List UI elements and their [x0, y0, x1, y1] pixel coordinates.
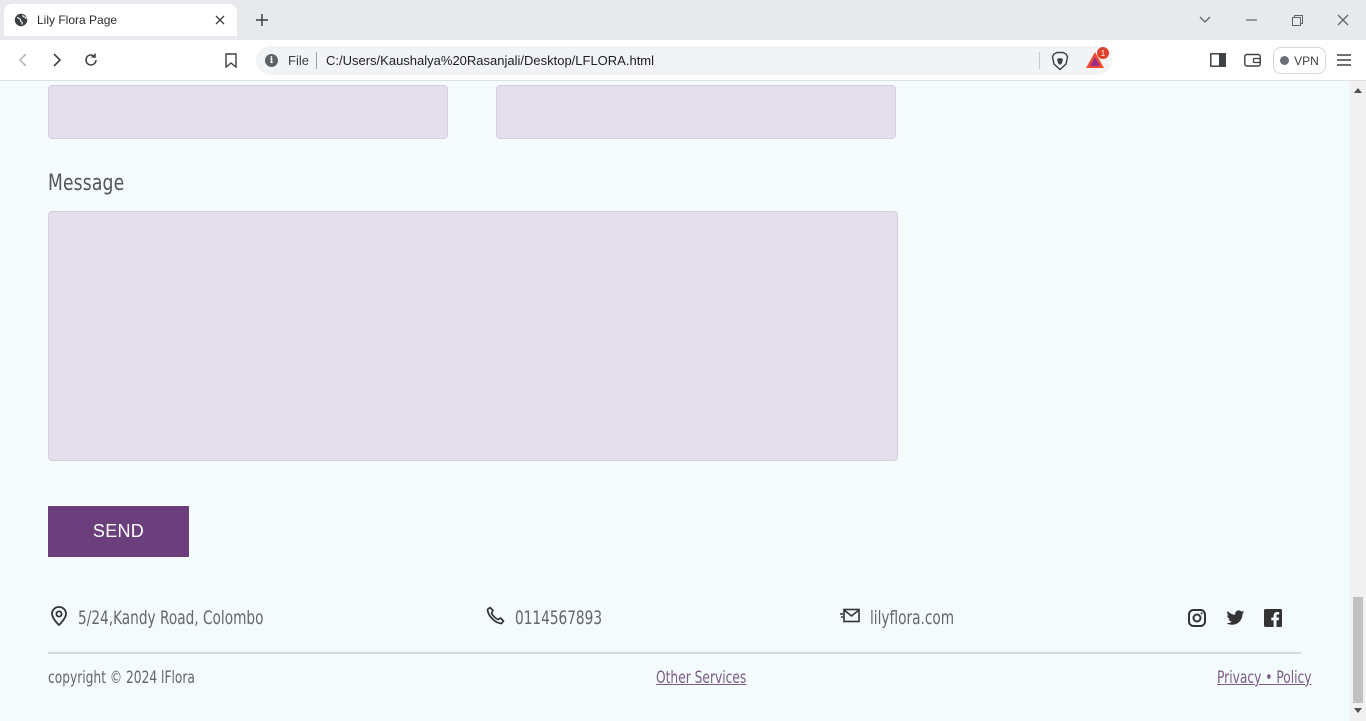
location-pin-icon: [50, 605, 68, 631]
address-separator-right: [1039, 52, 1040, 69]
tab-search-icon[interactable]: [1195, 10, 1215, 30]
name-field[interactable]: [48, 85, 448, 139]
wallet-icon[interactable]: [1241, 49, 1263, 71]
back-icon[interactable]: [12, 49, 34, 71]
message-label: Message: [48, 171, 125, 196]
site-info-icon[interactable]: i: [265, 54, 278, 67]
mail-icon: [840, 608, 860, 629]
tab-strip: Lily Flora Page: [0, 0, 1366, 40]
url-text[interactable]: C:/Users/Kaushalya%20Rasanjali/Desktop/L…: [326, 53, 654, 68]
scrollbar-thumb[interactable]: [1353, 597, 1363, 703]
restore-icon[interactable]: [1287, 10, 1307, 30]
address-text: 5/24,Kandy Road, Colombo: [78, 607, 264, 629]
privacy-policy-link[interactable]: Privacy • Policy: [1217, 668, 1312, 688]
email-field[interactable]: [496, 85, 896, 139]
new-tab-button[interactable]: [252, 10, 272, 30]
other-services-link[interactable]: Other Services: [656, 668, 746, 688]
instagram-icon[interactable]: [1187, 608, 1207, 628]
close-tab-icon[interactable]: [213, 13, 227, 27]
send-button[interactable]: SEND: [48, 506, 189, 557]
page-scrollbar[interactable]: [1350, 81, 1366, 721]
tab-title: Lily Flora Page: [37, 13, 118, 27]
brave-rewards-icon[interactable]: 1: [1085, 47, 1109, 71]
bookmark-icon[interactable]: [220, 49, 242, 71]
reload-icon[interactable]: [80, 49, 102, 71]
address-item: 5/24,Kandy Road, Colombo: [50, 605, 336, 631]
message-textarea[interactable]: [48, 211, 898, 461]
copyright-text: copyright © 2024 lFlora: [48, 668, 195, 688]
vpn-button[interactable]: VPN: [1273, 47, 1326, 74]
vpn-label: VPN: [1294, 53, 1319, 68]
rewards-badge: 1: [1097, 47, 1109, 59]
address-bar[interactable]: i File C:/Users/Kaushalya%20Rasanjali/De…: [256, 46, 1112, 75]
email-text: lilyflora.com: [870, 607, 955, 629]
twitter-icon[interactable]: [1225, 608, 1245, 628]
sidebar-icon[interactable]: [1207, 49, 1229, 71]
footer-divider: [48, 652, 1301, 654]
phone-icon: [486, 606, 505, 630]
facebook-icon[interactable]: [1263, 608, 1283, 628]
menu-icon[interactable]: [1333, 49, 1355, 71]
address-separator: [316, 52, 317, 69]
brave-shields-icon[interactable]: [1050, 51, 1070, 71]
tab-active[interactable]: Lily Flora Page: [4, 4, 237, 36]
phone-item: 0114567893: [486, 605, 636, 631]
forward-icon[interactable]: [46, 49, 68, 71]
scroll-up-icon[interactable]: [1354, 86, 1362, 94]
close-window-icon[interactable]: [1333, 10, 1353, 30]
scheme-label: File: [288, 53, 309, 68]
phone-text: 0114567893: [515, 607, 603, 629]
scroll-down-icon[interactable]: [1354, 707, 1362, 715]
minimize-icon[interactable]: [1241, 10, 1261, 30]
vpn-status-icon: [1280, 56, 1290, 65]
browser-toolbar: i File C:/Users/Kaushalya%20Rasanjali/De…: [0, 40, 1366, 81]
email-item: lilyflora.com: [840, 605, 987, 631]
globe-icon: [14, 13, 28, 27]
page-viewport: Message SEND 5/24,Kandy Road, Colombo 01…: [0, 81, 1350, 721]
